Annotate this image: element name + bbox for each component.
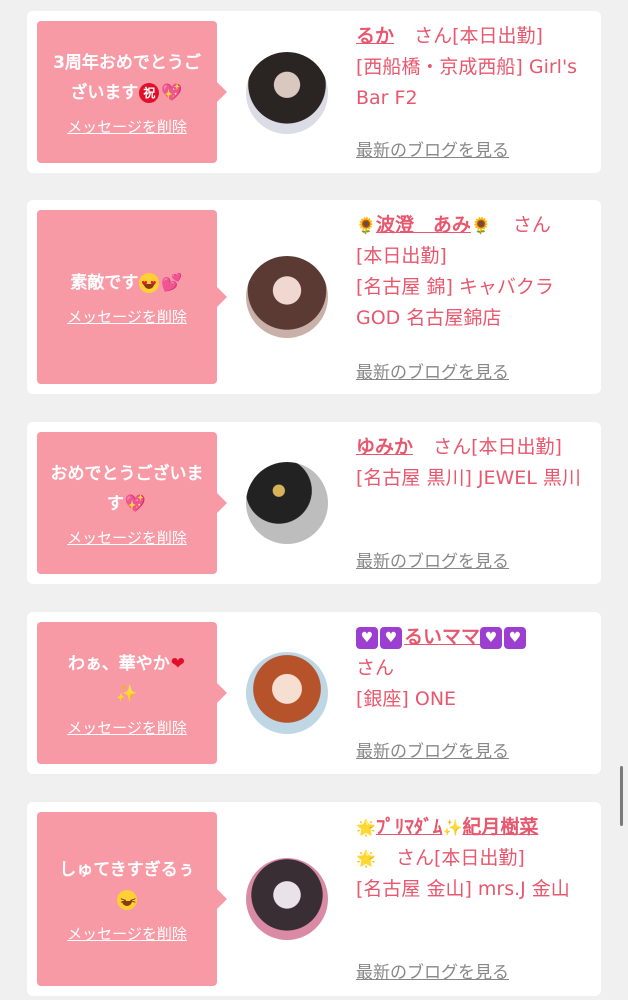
heart-box-icon: ♥ bbox=[504, 626, 527, 649]
status-label: [本日出勤] bbox=[433, 847, 525, 869]
shop-link[interactable]: [名古屋 黒川] JEWEL 黒川 bbox=[356, 463, 588, 494]
cast-name-link[interactable]: 🌻波澄 あみ🌻 bbox=[356, 214, 491, 236]
cast-info: ♥ ♥ るいママ ♥ ♥ さん [銀座] ONE bbox=[356, 622, 588, 715]
view-blog-link[interactable]: 最新のブログを見る bbox=[356, 737, 509, 762]
heart-box-icon: ♥ bbox=[480, 626, 503, 649]
two-hearts-icon: 💕 bbox=[161, 272, 183, 293]
glowing-star-icon: 🌟 bbox=[356, 849, 376, 868]
delete-message-link[interactable]: メッセージを削除 bbox=[67, 527, 187, 548]
honorific: さん bbox=[414, 25, 453, 47]
honorific: さん bbox=[356, 657, 395, 679]
shop-link[interactable]: [西船橋・京成西船] Girl's Bar F2 bbox=[356, 52, 588, 114]
sparkling-heart-icon: 💖 bbox=[124, 493, 147, 514]
status-label: [本日出勤] bbox=[471, 436, 562, 458]
message-text: 3周年おめでとうございます祝 💖 bbox=[53, 52, 201, 103]
delete-message-link[interactable]: メッセージを削除 bbox=[67, 116, 187, 137]
delete-message-link[interactable]: メッセージを削除 bbox=[67, 717, 187, 738]
avatar[interactable] bbox=[246, 858, 328, 940]
honorific: さん bbox=[433, 436, 472, 458]
message-card: しゅてきすぎるぅ メッセージを削除 🌟ﾌﾟﾘﾏﾀﾞﾑ✨紀月樹菜 🌟 さん[本日出… bbox=[27, 802, 601, 996]
avatar[interactable] bbox=[246, 256, 328, 338]
sparkling-heart-icon: 💖 bbox=[161, 82, 183, 103]
sunflower-icon: 🌻 bbox=[356, 216, 376, 235]
message-text: わぁ、華やか❤ ✨ bbox=[68, 653, 185, 704]
message-card: わぁ、華やか❤ ✨ メッセージを削除 ♥ ♥ るいママ ♥ ♥ さん [銀座] ONE 最… bbox=[27, 612, 601, 774]
iwai-icon: 祝 bbox=[139, 82, 160, 103]
glowing-star-icon: 🌟 bbox=[356, 818, 376, 837]
heart-eyes-icon bbox=[139, 272, 160, 294]
cast-name-link[interactable]: ♥ ♥ るいママ ♥ ♥ bbox=[356, 626, 528, 649]
status-label: [本日出勤] bbox=[452, 25, 543, 47]
honorific: さん bbox=[512, 214, 551, 236]
sunflower-icon: 🌻 bbox=[470, 216, 491, 235]
message-text: おめでとうございます💖 bbox=[50, 463, 204, 514]
cast-info: 🌟ﾌﾟﾘﾏﾀﾞﾑ✨紀月樹菜 🌟 さん[本日出勤] [名古屋 金山] mrs.J … bbox=[356, 812, 588, 905]
shop-link[interactable]: [銀座] ONE bbox=[356, 684, 588, 715]
avatar[interactable] bbox=[246, 652, 328, 734]
sparkles-icon: ✨ bbox=[116, 683, 138, 704]
status-label: [本日出勤] bbox=[356, 245, 447, 267]
cast-info: 🌻波澄 あみ🌻 さん [本日出勤] [名古屋 錦] キャバクラ GOD 名古屋錦… bbox=[356, 210, 588, 334]
avatar[interactable] bbox=[246, 462, 328, 544]
honorific: さん bbox=[395, 847, 434, 869]
delete-message-link[interactable]: メッセージを削除 bbox=[67, 923, 187, 944]
avatar[interactable] bbox=[246, 52, 328, 134]
red-heart-icon: ❤ bbox=[170, 653, 185, 674]
message-card: 素敵です💕 メッセージを削除 🌻波澄 あみ🌻 さん [本日出勤] [名古屋 錦]… bbox=[27, 200, 601, 394]
cast-name-link[interactable]: 🌟ﾌﾟﾘﾏﾀﾞﾑ✨紀月樹菜 bbox=[356, 816, 538, 838]
message-card: おめでとうございます💖 メッセージを削除 ゆみか さん[本日出勤] [名古屋 黒… bbox=[27, 422, 601, 584]
message-text: 素敵です💕 bbox=[70, 268, 183, 298]
view-blog-link[interactable]: 最新のブログを見る bbox=[356, 547, 509, 572]
view-blog-link[interactable]: 最新のブログを見る bbox=[356, 136, 509, 161]
shop-link[interactable]: [名古屋 錦] キャバクラ GOD 名古屋錦店 bbox=[356, 272, 588, 334]
scrollbar[interactable] bbox=[620, 766, 623, 826]
heart-box-icon: ♥ bbox=[356, 626, 378, 649]
shop-link[interactable]: [名古屋 金山] mrs.J 金山 bbox=[356, 874, 588, 905]
message-bubble: 素敵です💕 メッセージを削除 bbox=[37, 210, 227, 384]
sparkles-icon: ✨ bbox=[442, 818, 463, 837]
cast-info: るか さん[本日出勤] [西船橋・京成西船] Girl's Bar F2 bbox=[356, 21, 588, 114]
cast-info: ゆみか さん[本日出勤] [名古屋 黒川] JEWEL 黒川 bbox=[356, 432, 588, 494]
view-blog-link[interactable]: 最新のブログを見る bbox=[356, 958, 509, 983]
message-bubble: 3周年おめでとうございます祝 💖 メッセージを削除 bbox=[37, 21, 227, 163]
delete-message-link[interactable]: メッセージを削除 bbox=[67, 306, 187, 327]
message-text: しゅてきすぎるぅ bbox=[59, 855, 195, 915]
cast-name-link[interactable]: ゆみか bbox=[356, 436, 413, 458]
view-blog-link[interactable]: 最新のブログを見る bbox=[356, 358, 509, 383]
message-card: 3周年おめでとうございます祝 💖 メッセージを削除 るか さん[本日出勤] [西船… bbox=[27, 11, 601, 173]
laughing-face-icon bbox=[117, 889, 137, 911]
heart-box-icon: ♥ bbox=[380, 626, 402, 649]
cast-name-link[interactable]: るか bbox=[356, 25, 394, 47]
message-bubble: しゅてきすぎるぅ メッセージを削除 bbox=[37, 812, 227, 986]
message-bubble: わぁ、華やか❤ ✨ メッセージを削除 bbox=[37, 622, 227, 764]
message-bubble: おめでとうございます💖 メッセージを削除 bbox=[37, 432, 227, 574]
